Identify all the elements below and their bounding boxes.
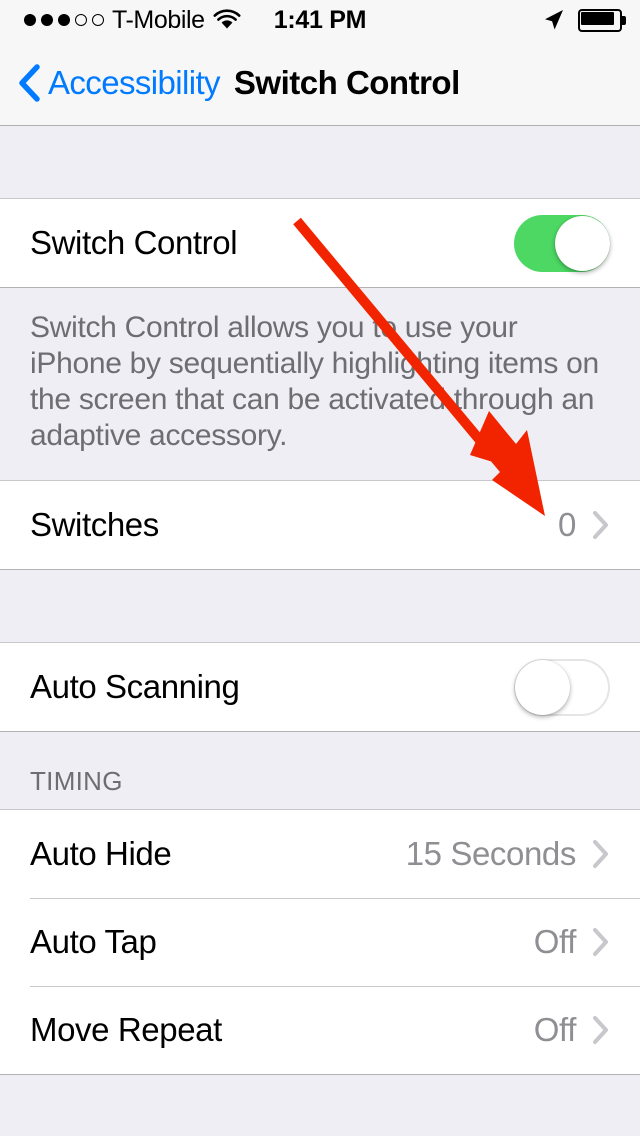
battery-icon — [578, 8, 626, 32]
auto-hide-row[interactable]: Auto Hide 15 Seconds — [0, 810, 640, 898]
auto-tap-row[interactable]: Auto Tap Off — [0, 898, 640, 986]
back-button-label: Accessibility — [48, 63, 221, 101]
switch-control-footer-note: Switch Control allows you to use your iP… — [0, 288, 640, 480]
back-button[interactable]: Accessibility — [0, 63, 221, 102]
section-gap-switches — [0, 570, 640, 642]
settings-table: Switch Control Switch Control allows you… — [0, 126, 640, 1136]
status-bar-right — [542, 0, 626, 40]
iphone-screen: T-Mobile 1:41 PM Accessibility Switch Co… — [0, 0, 640, 1136]
status-bar: T-Mobile 1:41 PM — [0, 0, 640, 40]
move-repeat-accessory: Off — [534, 1011, 610, 1049]
switch-control-section: Switch Control — [0, 198, 640, 288]
chevron-right-icon — [592, 510, 610, 540]
auto-scanning-row[interactable]: Auto Scanning — [0, 643, 640, 731]
chevron-left-icon — [18, 63, 40, 102]
auto-tap-accessory: Off — [534, 923, 610, 961]
timing-section: Auto Hide 15 Seconds Auto Tap Off Move R… — [0, 809, 640, 1075]
switch-control-toggle[interactable] — [514, 214, 610, 272]
table-top-gap — [0, 126, 640, 198]
page-title: Switch Control — [233, 63, 460, 101]
auto-hide-value: 15 Seconds — [405, 835, 577, 872]
chevron-right-icon — [592, 927, 610, 957]
switches-row[interactable]: Switches 0 — [0, 481, 640, 569]
switch-control-row[interactable]: Switch Control — [0, 199, 640, 287]
auto-scanning-section: Auto Scanning — [0, 642, 640, 732]
toggle-knob — [515, 659, 570, 715]
switches-section: Switches 0 — [0, 480, 640, 570]
location-arrow-icon — [542, 8, 566, 32]
auto-scanning-label: Auto Scanning — [30, 668, 240, 705]
auto-hide-accessory: 15 Seconds — [406, 835, 610, 873]
switches-label: Switches — [30, 506, 159, 543]
navigation-bar: Accessibility Switch Control — [0, 40, 640, 126]
switches-value: 0 — [558, 506, 576, 543]
auto-tap-value: Off — [533, 923, 577, 960]
chevron-right-icon — [592, 1015, 610, 1045]
switch-control-label: Switch Control — [30, 224, 238, 261]
timing-section-header: TIMING — [0, 732, 640, 809]
auto-hide-label: Auto Hide — [30, 835, 172, 872]
auto-tap-label: Auto Tap — [30, 923, 157, 960]
move-repeat-label: Move Repeat — [30, 1011, 222, 1048]
move-repeat-value: Off — [533, 1011, 577, 1048]
chevron-right-icon — [592, 839, 610, 869]
toggle-knob — [555, 215, 610, 271]
switches-row-accessory: 0 — [558, 506, 610, 544]
auto-scanning-toggle[interactable] — [514, 658, 610, 716]
move-repeat-row[interactable]: Move Repeat Off — [0, 986, 640, 1074]
